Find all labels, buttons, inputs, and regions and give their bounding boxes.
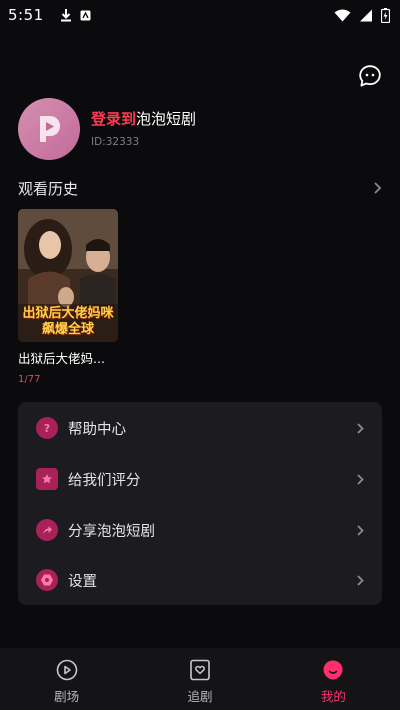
tab-theater[interactable]: 剧场 (0, 648, 133, 710)
question-icon: ? (36, 417, 58, 439)
history-item[interactable]: 出狱后大佬妈咪 飙爆全球 出狱后大佬妈... 1/77 (18, 209, 118, 385)
tab-label: 追剧 (187, 689, 213, 704)
drama-title: 出狱后大佬妈... (18, 351, 105, 366)
menu-item-help-center[interactable]: ? 帮助中心 (18, 403, 382, 453)
history-title: 观看历史 (18, 179, 79, 198)
poster-title-text: 出狱后大佬妈咪 飙爆全球 (22, 306, 114, 337)
profile-face-icon (323, 660, 343, 680)
menu-item-label: 分享泡泡短剧 (68, 523, 155, 540)
user-id: ID:32333 (91, 136, 140, 148)
status-time: 5:51 (8, 6, 44, 24)
share-icon (36, 519, 58, 541)
chevron-right-icon[interactable] (373, 181, 382, 195)
tab-mine[interactable]: 我的 (267, 648, 400, 710)
menu-item-share[interactable]: 分享泡泡短剧 (18, 505, 382, 555)
chat-bubble-icon (359, 65, 381, 87)
episode-progress: 1/77 (18, 374, 41, 385)
status-right-icons (334, 7, 390, 23)
signal-icon (360, 9, 372, 21)
notification-icon (80, 10, 91, 20)
chevron-right-icon (357, 473, 364, 485)
menu-item-rate-us[interactable]: 给我们评分 (18, 454, 382, 504)
login-prompt[interactable]: 登录到泡泡短剧 (91, 108, 196, 129)
bottom-nav: 剧场 追剧 我的 (0, 648, 400, 710)
menu-item-label: 帮助中心 (68, 421, 126, 438)
heart-bookmark-icon (190, 659, 210, 681)
app-logo-icon (40, 116, 60, 142)
svg-text:?: ? (44, 422, 50, 434)
drama-poster[interactable]: 出狱后大佬妈咪 飙爆全球 (18, 209, 118, 342)
star-icon (36, 468, 58, 490)
chat-button[interactable] (358, 64, 382, 88)
chevron-right-icon (357, 574, 364, 586)
avatar[interactable] (18, 98, 80, 160)
status-bar: 5:51 (0, 0, 400, 30)
app-name-label: 泡泡短剧 (136, 110, 197, 128)
menu-item-label: 设置 (68, 573, 97, 590)
menu-panel: ? 帮助中心 给我们评分 分享泡泡短剧 设置 (18, 402, 382, 605)
tab-following[interactable]: 追剧 (133, 648, 266, 710)
tab-label: 我的 (320, 689, 346, 704)
chevron-right-icon (357, 422, 364, 434)
menu-item-label: 给我们评分 (68, 472, 141, 489)
download-icon (60, 9, 71, 22)
menu-item-settings[interactable]: 设置 (18, 555, 382, 605)
chevron-right-icon (357, 524, 364, 536)
battery-charging-icon (381, 7, 390, 23)
login-prefix[interactable]: 登录到 (91, 110, 136, 128)
wifi-icon (334, 9, 351, 21)
theater-play-icon (56, 659, 77, 681)
tab-label: 剧场 (54, 689, 80, 704)
history-header[interactable]: 观看历史 (18, 178, 382, 198)
status-left-icons (60, 8, 91, 22)
settings-icon (36, 569, 58, 591)
